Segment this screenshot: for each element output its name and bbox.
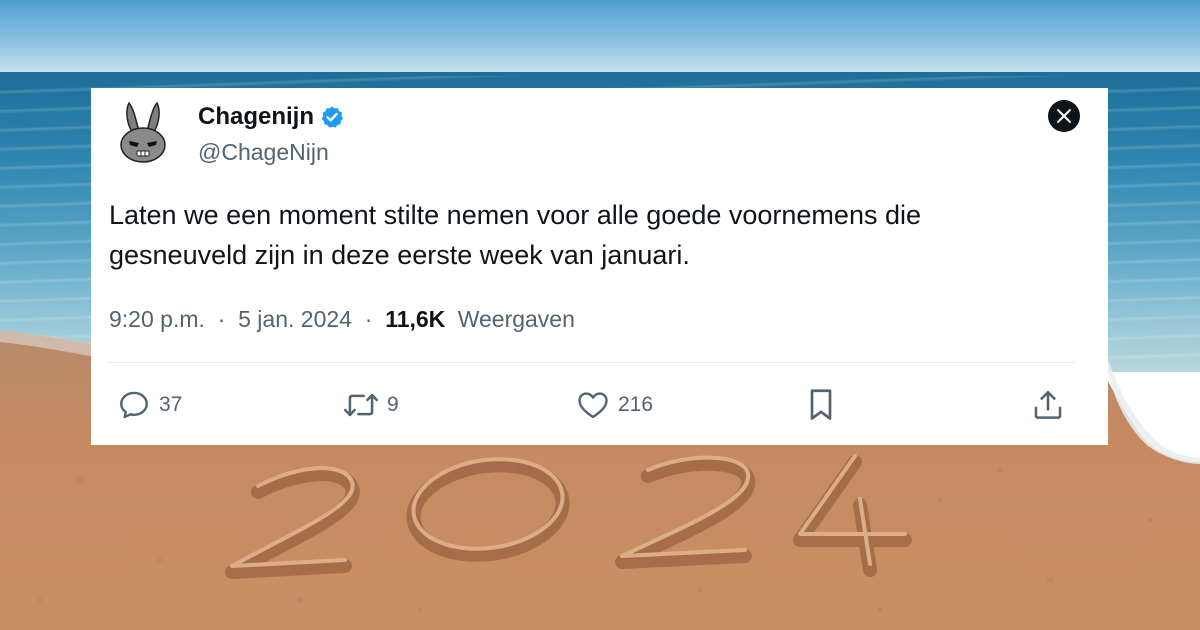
tweet-card: Chagenijn @ChageNijn Laten we een moment… — [91, 88, 1108, 445]
share-button[interactable] — [1031, 385, 1065, 425]
reply-button[interactable]: 37 — [117, 385, 182, 425]
views-label: Weergaven — [457, 306, 575, 332]
views-count: 11,6K — [385, 306, 446, 332]
display-name[interactable]: Chagenijn — [198, 103, 314, 131]
like-icon — [578, 392, 608, 419]
bookmark-button[interactable] — [805, 385, 837, 425]
verified-icon — [320, 105, 344, 129]
x-logo-icon[interactable] — [1048, 100, 1080, 132]
avatar[interactable] — [109, 99, 177, 167]
tweet-text: Laten we een moment stilte nemen voor al… — [109, 195, 1069, 275]
tweet-date[interactable]: 5 jan. 2024 — [238, 306, 352, 332]
divider — [109, 362, 1077, 363]
author-handle[interactable]: @ChageNijn — [198, 138, 329, 166]
tweet-time[interactable]: 9:20 p.m. — [109, 306, 205, 332]
tweet-text-line: Laten we een moment stilte nemen voor al… — [109, 200, 921, 230]
retweet-button[interactable]: 9 — [343, 385, 399, 425]
tweet-meta: 9:20 p.m. · 5 jan. 2024 · 11,6K Weergave… — [109, 304, 575, 334]
meta-separator: · — [211, 306, 232, 332]
author-name-row[interactable]: Chagenijn — [198, 103, 344, 131]
meta-separator: · — [358, 306, 379, 332]
tweet-text-line: gesneuveld zijn in deze eerste week van … — [109, 240, 690, 270]
rabbit-avatar-icon — [109, 99, 177, 167]
reply-count: 37 — [159, 393, 183, 416]
retweet-icon — [343, 393, 379, 417]
bookmark-icon — [810, 389, 832, 420]
share-icon — [1034, 390, 1062, 419]
like-button[interactable]: 216 — [576, 385, 653, 425]
like-count: 216 — [618, 393, 654, 416]
retweet-count: 9 — [387, 393, 399, 416]
reply-icon — [120, 391, 148, 419]
